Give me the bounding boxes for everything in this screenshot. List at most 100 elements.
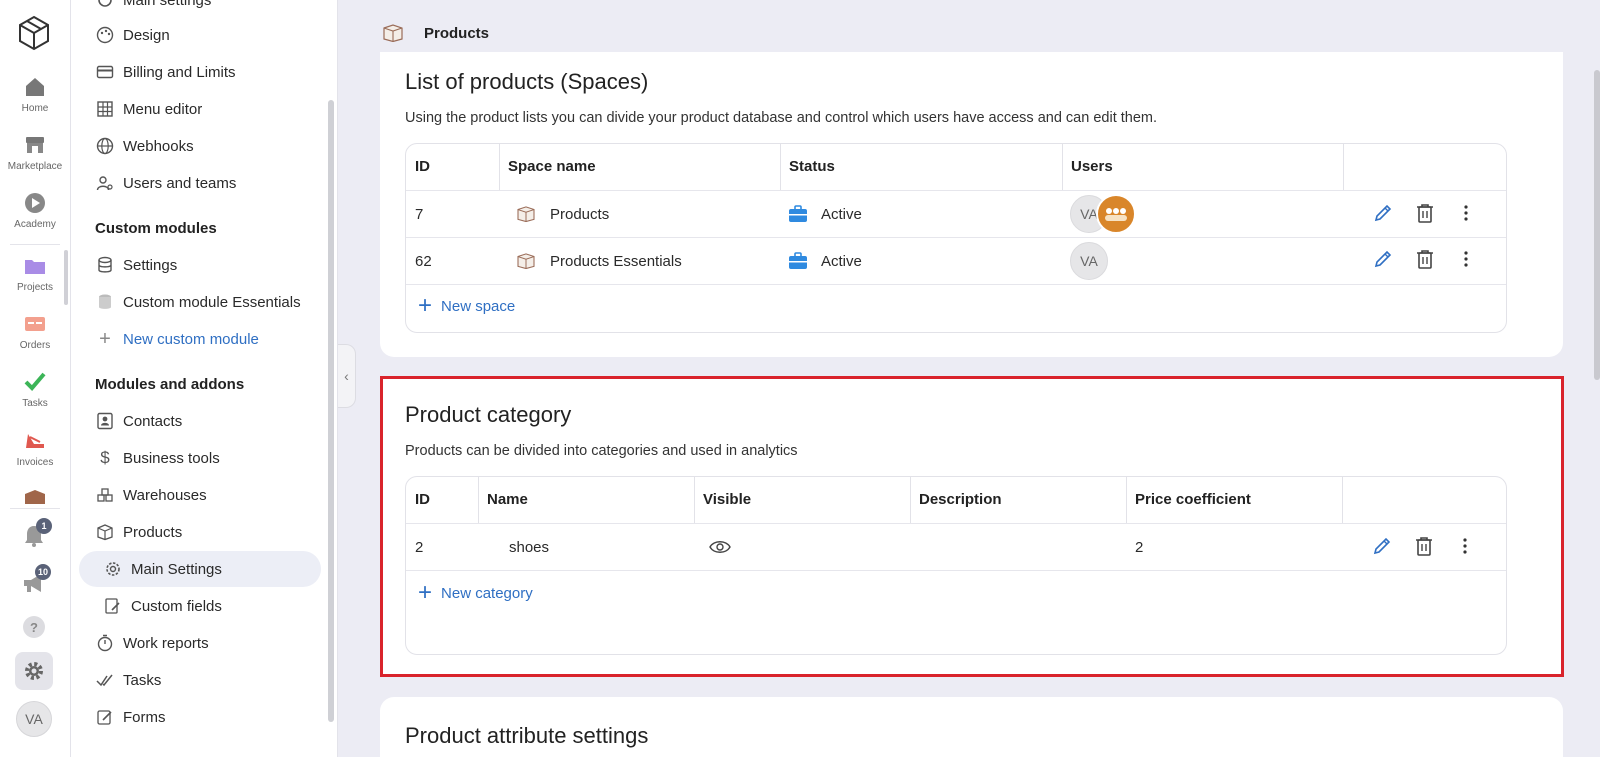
timer-icon [95, 633, 115, 653]
rail-home[interactable]: Home [0, 74, 70, 114]
rail-scrollbar[interactable] [64, 250, 68, 305]
sidebar-item-tasks[interactable]: Tasks [95, 667, 161, 693]
rail-tasks[interactable]: Tasks [0, 369, 70, 409]
sidebar-item-custom-fields[interactable]: Custom fields [103, 593, 222, 619]
custom-modules-heading: Custom modules [95, 220, 217, 237]
visibility-toggle[interactable] [709, 524, 731, 570]
status-icon [788, 191, 808, 237]
product-category-card: Product category Products can be divided… [380, 376, 1563, 677]
edit-button[interactable] [1372, 202, 1394, 224]
edit-button[interactable] [1372, 248, 1394, 270]
cell-status: Active [821, 252, 862, 270]
briefcase-icon [789, 252, 807, 269]
sidebar-item-label: Webhooks [123, 137, 194, 155]
database-icon [95, 292, 115, 312]
card-icon [95, 62, 115, 82]
collapse-sidebar-button[interactable]: ‹ [338, 344, 356, 408]
sidebar-item-webhooks[interactable]: Webhooks [95, 133, 194, 159]
col-header-space-name[interactable]: Space name [499, 144, 596, 190]
rail-orders[interactable]: Orders [0, 311, 70, 351]
sidebar-item-design[interactable]: Design [95, 22, 170, 48]
plus-icon: + [99, 327, 111, 350]
delete-button[interactable] [1414, 202, 1436, 224]
warehouse-icon [95, 485, 115, 505]
col-header-id[interactable]: ID [406, 144, 430, 190]
sidebar-item-products[interactable]: Products [95, 519, 182, 545]
sidebar-item-users-teams[interactable]: Users and teams [95, 170, 236, 196]
avatar-initials: VA [1080, 253, 1098, 269]
sidebar-scrollbar[interactable] [328, 100, 334, 722]
rail-label: Orders [19, 340, 51, 351]
orders-icon [25, 317, 45, 331]
sidebar-item-label: Users and teams [123, 174, 237, 192]
app-logo[interactable] [17, 15, 51, 51]
announcements-badge: 10 [35, 564, 52, 580]
help-button[interactable]: ? [23, 616, 45, 638]
more-vertical-icon [1464, 251, 1468, 267]
sidebar-item-work-reports[interactable]: Work reports [95, 630, 209, 656]
rail-divider [10, 508, 60, 509]
contact-icon [95, 411, 115, 431]
rail-invoices[interactable]: Invoices [0, 428, 70, 468]
col-header-name[interactable]: Name [478, 477, 528, 523]
play-icon [25, 193, 45, 213]
cell-id: 7 [415, 205, 424, 223]
rail-projects[interactable]: Projects [0, 253, 70, 293]
page-title: Products [424, 25, 490, 42]
more-button[interactable] [1455, 248, 1477, 270]
new-category-button[interactable]: + New category [418, 581, 533, 605]
sidebar-item-products-main-settings[interactable]: Main Settings [103, 556, 222, 582]
new-space-button[interactable]: + New space [418, 294, 515, 318]
user-avatar[interactable]: VA [16, 701, 52, 737]
rail-label: Projects [16, 282, 54, 293]
more-button[interactable] [1454, 535, 1476, 557]
briefcase-icon [789, 205, 807, 222]
grid-icon [95, 99, 115, 119]
settings-button[interactable] [15, 652, 53, 690]
folder-icon [25, 260, 45, 274]
cell-space-name: Products [550, 205, 610, 223]
sidebar-item-billing[interactable]: Billing and Limits [95, 59, 236, 85]
sidebar-item-forms[interactable]: Forms [95, 704, 166, 730]
sidebar-item-label: Billing and Limits [123, 63, 236, 81]
form-edit-icon [95, 707, 115, 727]
palette-icon [95, 25, 115, 45]
col-header-users[interactable]: Users [1062, 144, 1113, 190]
trash-icon [1417, 204, 1433, 223]
sidebar-item-business-tools[interactable]: $ Business tools [95, 445, 220, 471]
sidebar-item-label: Custom module Essentials [123, 293, 301, 311]
trash-icon [1416, 537, 1432, 556]
col-header-visible[interactable]: Visible [694, 477, 751, 523]
sidebar-item-main-settings[interactable]: Main settings [95, 0, 211, 13]
category-description: Products can be divided into categories … [405, 443, 798, 459]
cell-space-icon [516, 191, 536, 237]
double-check-icon [95, 670, 115, 690]
chevron-left-icon: ‹ [344, 368, 349, 384]
delete-button[interactable] [1413, 535, 1435, 557]
col-header-status[interactable]: Status [780, 144, 835, 190]
edit-button[interactable] [1371, 535, 1393, 557]
col-header-id[interactable]: ID [406, 477, 430, 523]
sidebar-item-label: Business tools [123, 449, 220, 467]
more-button[interactable] [1455, 202, 1477, 224]
sidebar-item-contacts[interactable]: Contacts [95, 408, 182, 434]
notifications-button[interactable]: 1 [21, 518, 52, 551]
rail-marketplace[interactable]: Marketplace [0, 132, 70, 172]
announcements-button[interactable]: 10 [21, 564, 52, 598]
rail-more-icon[interactable] [22, 488, 48, 504]
question-icon: ? [30, 619, 38, 635]
main-scrollbar[interactable] [1594, 70, 1600, 380]
edit-doc-icon [103, 596, 123, 616]
sidebar-item-menu-editor[interactable]: Menu editor [95, 96, 202, 122]
cell-price-coefficient: 2 [1135, 538, 1144, 556]
sidebar-item-warehouses[interactable]: Warehouses [95, 482, 207, 508]
sidebar-item-cm-essentials[interactable]: Custom module Essentials [95, 289, 301, 315]
sidebar-item-cm-settings[interactable]: Settings [95, 252, 177, 278]
col-header-price-coefficient[interactable]: Price coefficient [1126, 477, 1251, 523]
user-avatar-chip[interactable]: VA [1070, 242, 1108, 280]
delete-button[interactable] [1414, 248, 1436, 270]
rail-academy[interactable]: Academy [0, 190, 70, 230]
col-header-description[interactable]: Description [910, 477, 1002, 523]
team-avatar[interactable] [1096, 194, 1136, 234]
new-custom-module-link[interactable]: + New custom module [95, 326, 259, 352]
